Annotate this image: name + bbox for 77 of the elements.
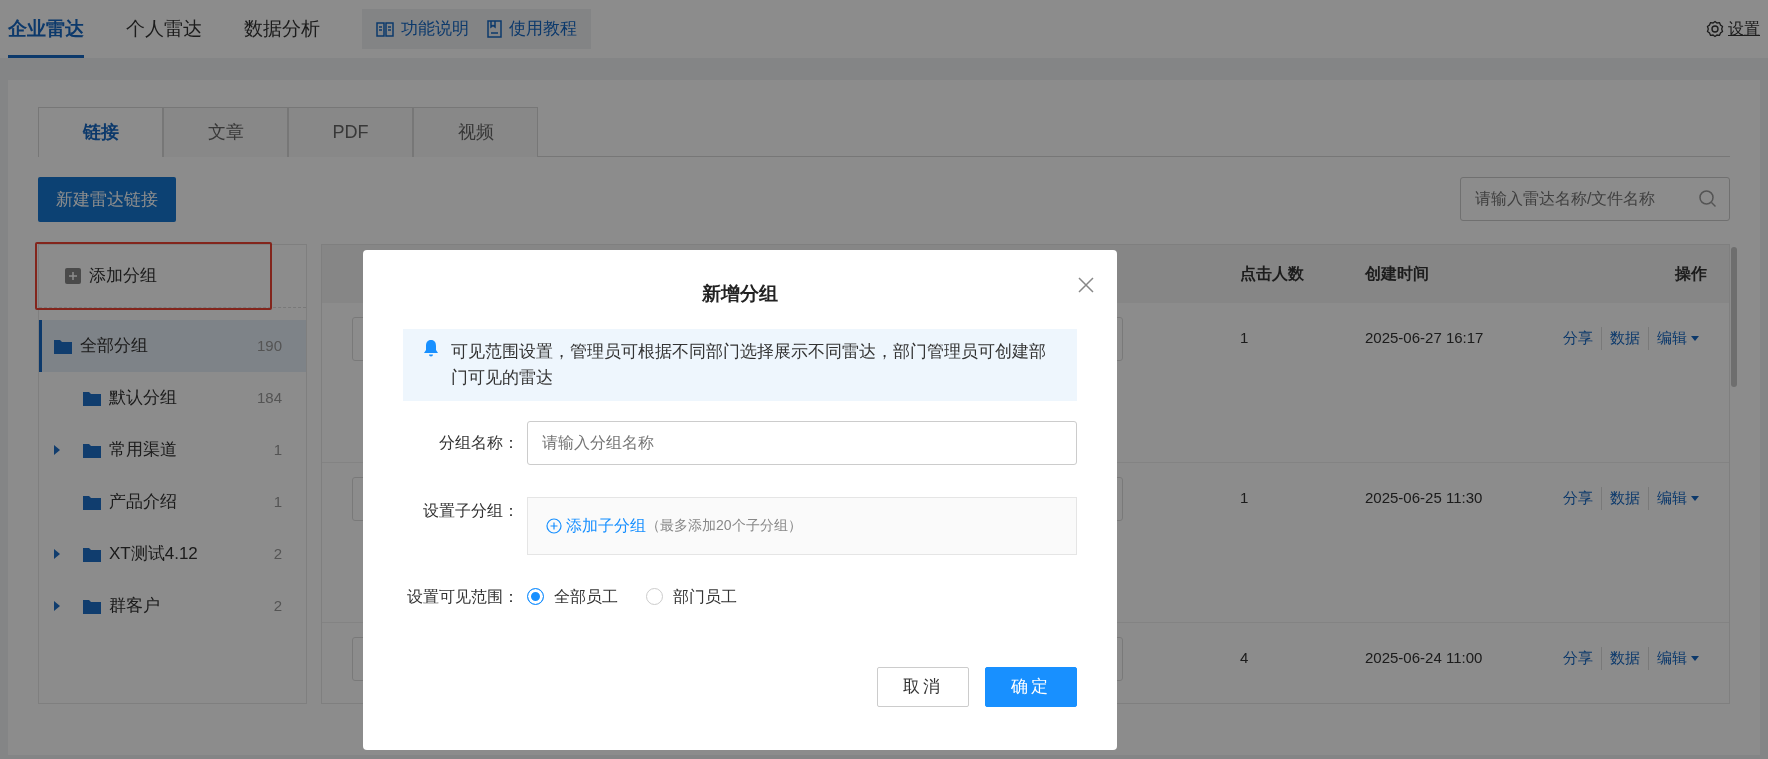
table-cell: 2025-06-24 11:00 xyxy=(1365,649,1483,666)
table-cell: 1 xyxy=(1240,329,1249,346)
folder-icon xyxy=(83,442,101,458)
folder-icon xyxy=(54,338,72,354)
action-link[interactable]: 编辑 xyxy=(1648,487,1707,510)
action-link[interactable]: 数据 xyxy=(1601,487,1648,510)
action-link[interactable]: 编辑 xyxy=(1648,327,1707,350)
column-header: 操作 xyxy=(1675,264,1707,284)
group-name-input[interactable]: 请输入分组名称 xyxy=(527,420,1077,465)
group-name: 产品介绍 xyxy=(109,491,177,514)
field-label: 设置子分组： xyxy=(422,500,520,521)
group-name: 群客户 xyxy=(109,595,160,618)
add-group-button[interactable]: 添加分组 xyxy=(65,263,157,289)
settings-icon xyxy=(1706,20,1724,38)
notice-text: 可见范围设置，管理员可根据不同部门选择展示不同雷达，部门管理员可创建部门可见的雷达 xyxy=(451,340,1047,389)
plus-square-icon xyxy=(65,268,81,284)
group-count: 184 xyxy=(256,387,282,408)
book-icon xyxy=(376,21,394,37)
close-icon xyxy=(1077,275,1095,294)
table-cell: 2025-06-25 11:30 xyxy=(1365,489,1483,506)
group-name: 默认分组 xyxy=(109,387,177,410)
tree-item[interactable]: 群客户 2 xyxy=(39,580,306,632)
table-cell: 2025-06-27 16:17 xyxy=(1365,329,1484,346)
caret-down-icon xyxy=(1691,495,1699,501)
search-field[interactable]: 请输入雷达名称/文件名称 xyxy=(1460,177,1730,221)
group-name: XT测试4.12 xyxy=(109,543,198,566)
folder-icon xyxy=(83,390,101,406)
action-link[interactable]: 数据 xyxy=(1601,647,1648,670)
hint-text: （最多添加20个子分组） xyxy=(646,516,802,535)
folder-icon xyxy=(83,546,101,562)
action-link[interactable]: 编辑 xyxy=(1648,647,1707,670)
plus-circle-icon xyxy=(546,517,562,534)
tree-item[interactable]: 默认分组 184 xyxy=(39,372,306,424)
caret-down-icon xyxy=(1691,655,1699,661)
bell-icon xyxy=(423,338,439,357)
folder-icon xyxy=(83,494,101,510)
table-cell: 1 xyxy=(1240,489,1249,506)
caret-down-icon xyxy=(1691,335,1699,341)
content-tab[interactable]: 链接 xyxy=(38,107,163,157)
content-tab[interactable]: 文章 xyxy=(163,107,288,157)
nav-tab[interactable]: 个人雷达 xyxy=(126,0,202,58)
group-count: 1 xyxy=(273,439,282,460)
table-cell: 4 xyxy=(1240,649,1249,666)
folder-icon xyxy=(83,598,101,614)
cancel-button[interactable]: 取消 xyxy=(877,666,969,707)
action-link[interactable]: 分享 xyxy=(1555,647,1601,670)
group-count: 1 xyxy=(273,491,282,512)
new-link-button[interactable]: 新建雷达链接 xyxy=(38,177,176,222)
search-icon xyxy=(1698,189,1718,209)
group-name: 常用渠道 xyxy=(109,439,177,462)
tree-item[interactable]: 产品介绍 1 xyxy=(39,476,306,528)
tree-item[interactable]: 常用渠道 1 xyxy=(39,424,306,476)
confirm-button[interactable]: 确定 xyxy=(985,666,1077,707)
action-link[interactable]: 分享 xyxy=(1555,327,1601,350)
nav-tab[interactable]: 企业雷达 xyxy=(8,0,84,58)
help-link[interactable]: 使用教程 xyxy=(487,16,577,42)
nav-tab[interactable]: 数据分析 xyxy=(244,0,320,58)
add-subgroup-link[interactable]: 添加子分组 xyxy=(546,513,646,538)
dialog-title: 新增分组 xyxy=(701,282,779,306)
tree-item[interactable]: XT测试4.12 2 xyxy=(39,528,306,580)
radio-option[interactable]: 部门员工 xyxy=(646,584,737,609)
group-count: 2 xyxy=(273,595,282,616)
help-link[interactable]: 功能说明 xyxy=(376,16,469,42)
column-header: 点击人数 xyxy=(1240,265,1304,282)
scrollbar[interactable] xyxy=(1731,247,1737,387)
field-label: 设置可见范围： xyxy=(406,586,520,607)
group-name: 全部分组 xyxy=(80,335,148,358)
field-label: 分组名称： xyxy=(438,432,520,453)
action-link[interactable]: 数据 xyxy=(1601,327,1648,350)
action-link[interactable]: 分享 xyxy=(1555,487,1601,510)
group-count: 2 xyxy=(273,543,282,564)
column-header: 创建时间 xyxy=(1365,265,1429,282)
content-tab[interactable]: 视频 xyxy=(413,107,538,157)
settings-link[interactable]: 设置 xyxy=(1706,0,1760,58)
radio-option[interactable]: 全部员工 xyxy=(527,584,618,609)
content-tab[interactable]: PDF xyxy=(288,107,413,157)
document-icon xyxy=(487,20,502,38)
